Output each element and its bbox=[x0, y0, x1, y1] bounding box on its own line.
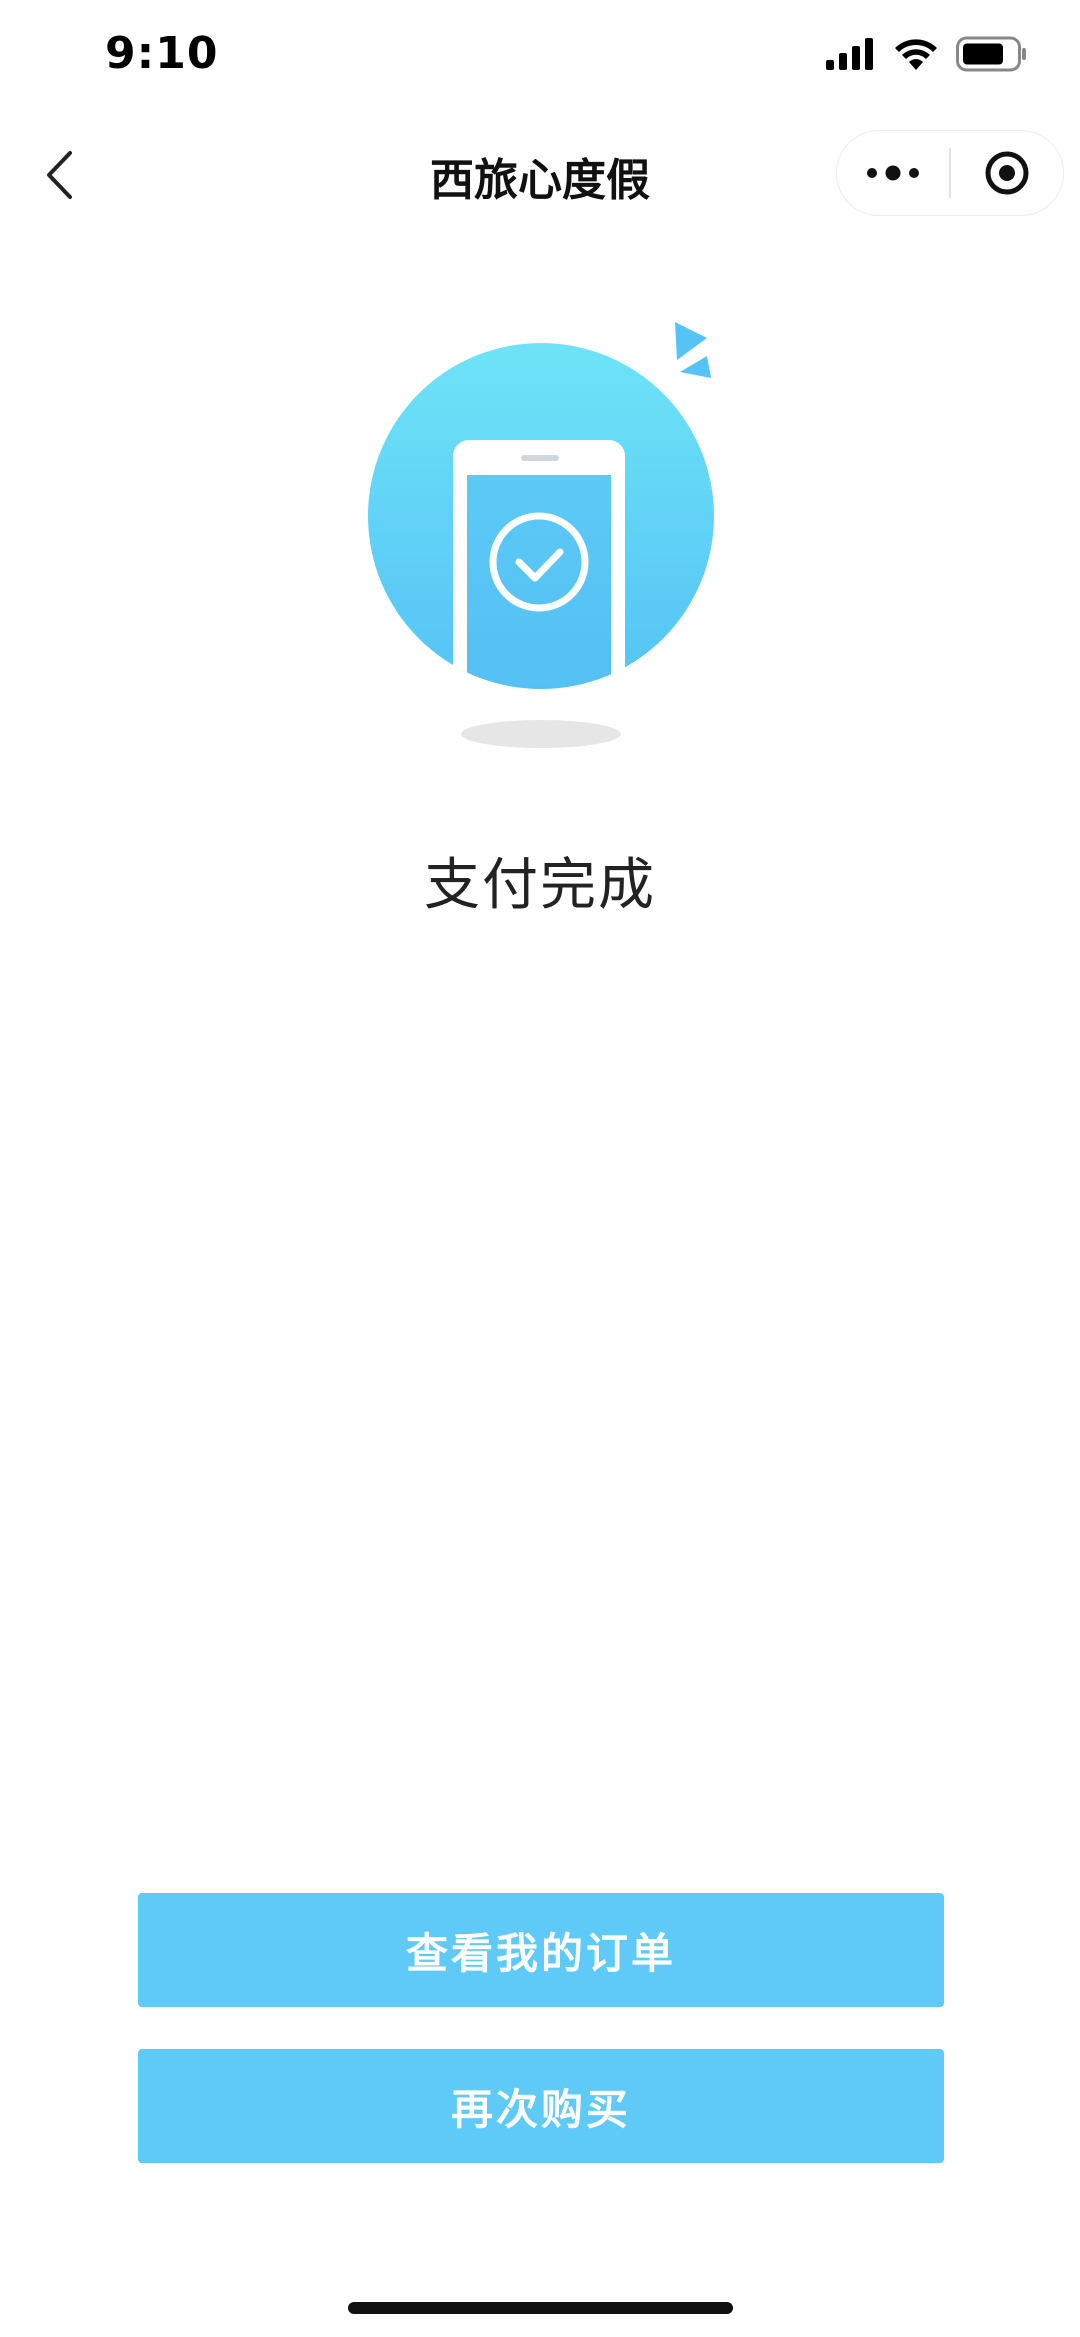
more-dots-icon bbox=[867, 165, 920, 181]
home-indicator[interactable] bbox=[348, 2302, 733, 2314]
battery-icon bbox=[956, 36, 1026, 72]
close-mini-program-button[interactable] bbox=[951, 131, 1063, 215]
view-orders-button[interactable]: 查看我的订单 bbox=[138, 1893, 944, 2007]
status-time: 9:10 bbox=[105, 28, 219, 79]
payment-status-text: 支付完成 bbox=[424, 853, 656, 918]
signal-icon bbox=[826, 38, 873, 70]
phone-check-icon bbox=[368, 322, 714, 748]
status-bar: 9:10 bbox=[0, 0, 1080, 120]
mini-program-capsule bbox=[836, 130, 1064, 216]
status-icons bbox=[826, 36, 1028, 72]
wifi-icon bbox=[895, 39, 937, 70]
more-button[interactable] bbox=[837, 131, 949, 215]
buy-again-button[interactable]: 再次购买 bbox=[138, 2049, 944, 2163]
target-circle-icon bbox=[985, 151, 1029, 195]
nav-bar: 西旅心度假 bbox=[0, 120, 1080, 230]
